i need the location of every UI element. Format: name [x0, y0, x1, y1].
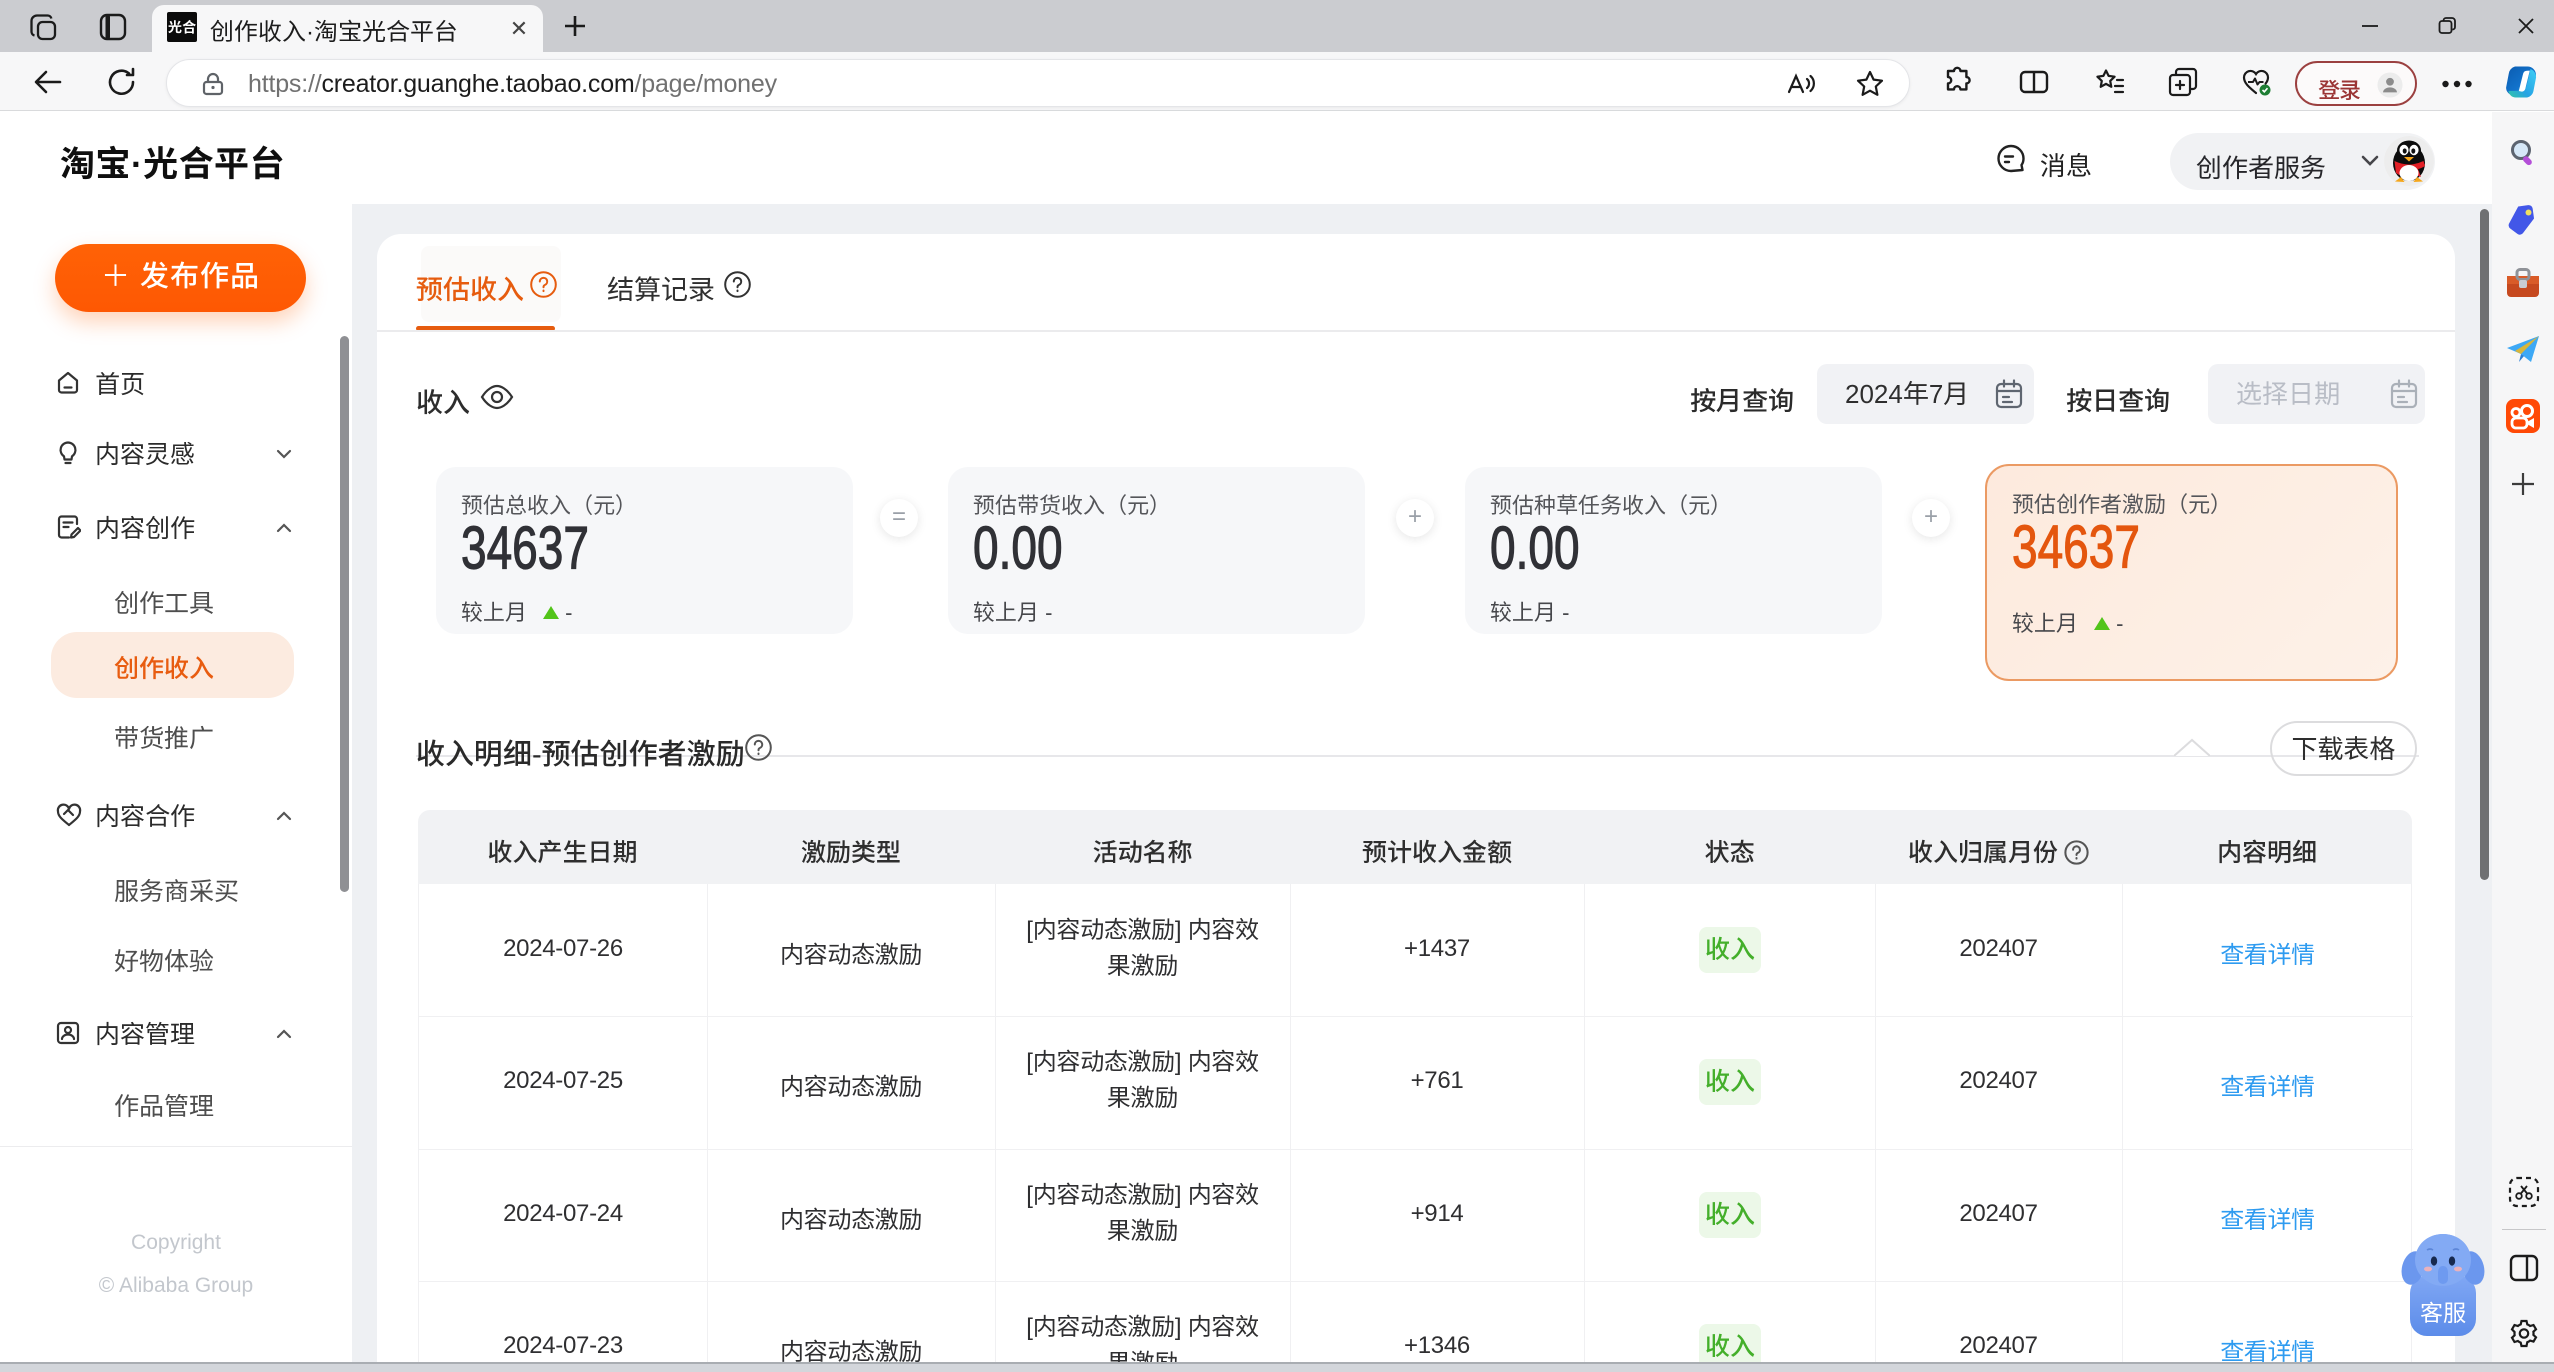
svg-text:客服: 客服 — [2420, 1294, 2466, 1328]
